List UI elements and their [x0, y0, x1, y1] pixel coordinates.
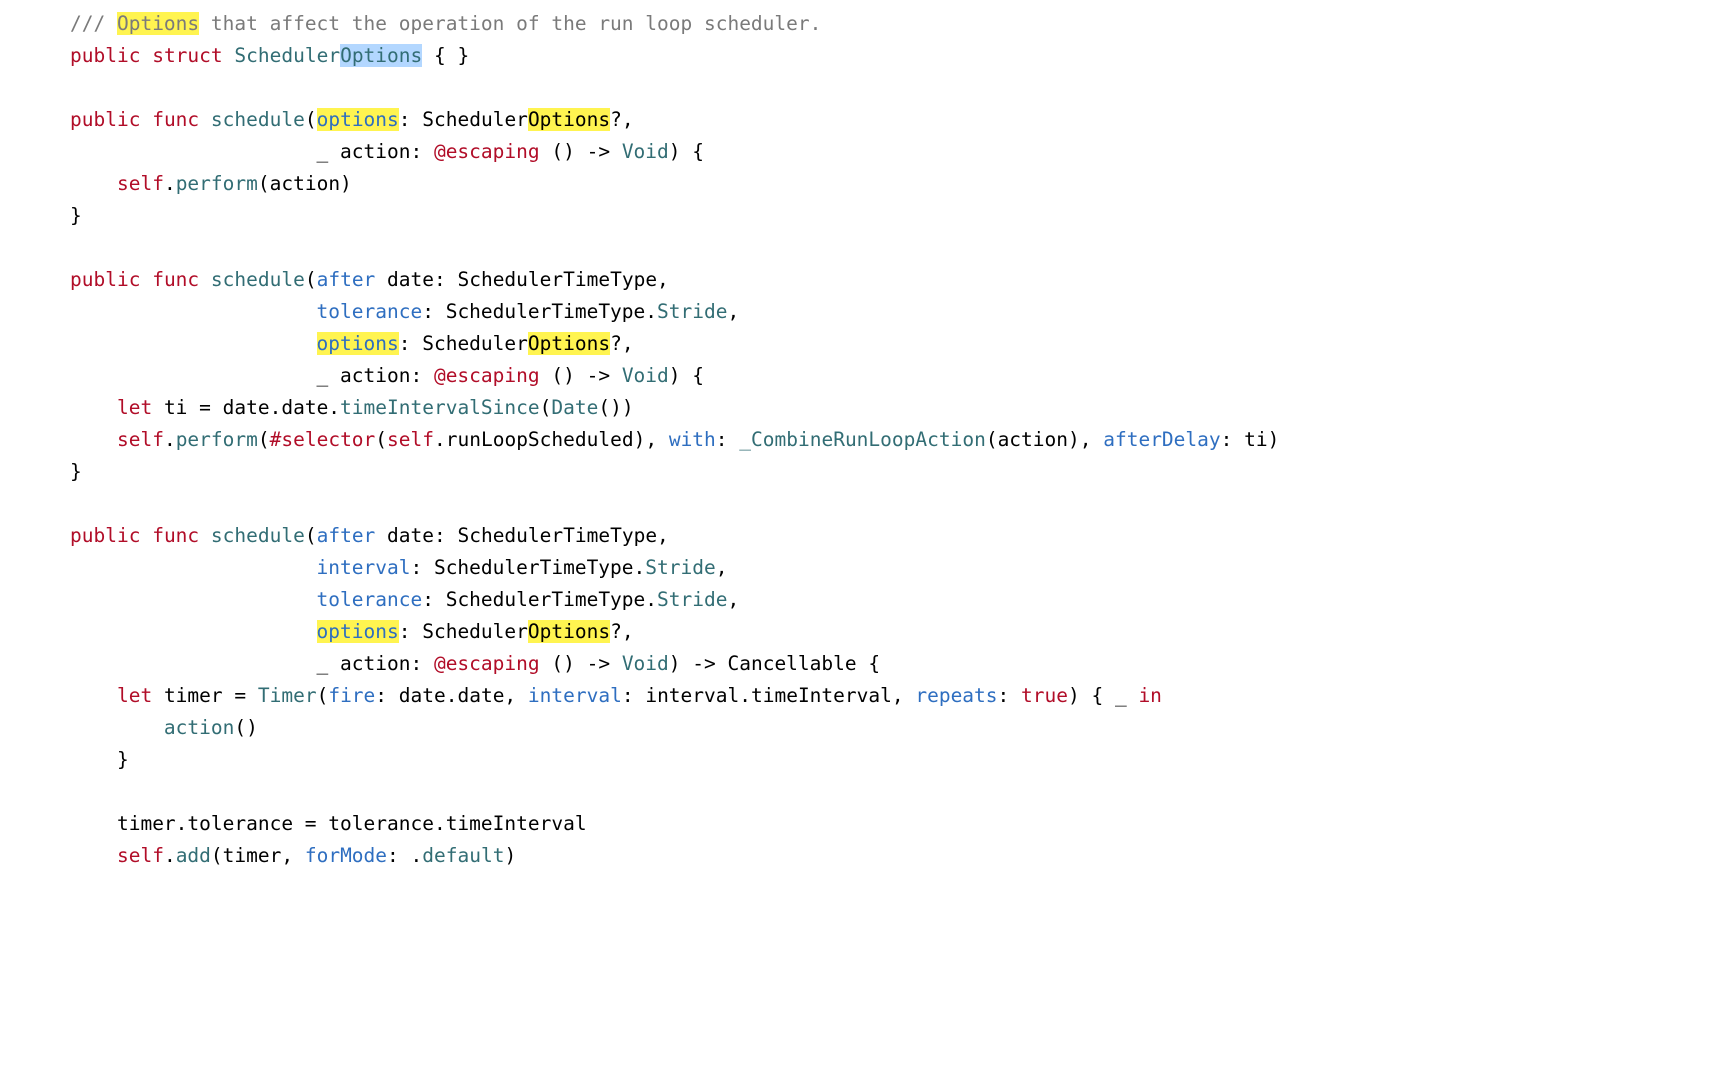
param-options: options: [317, 620, 399, 643]
code-block: /// Options that affect the operation of…: [0, 0, 1736, 880]
param-after: after: [317, 268, 376, 291]
type-stride: Stride: [657, 588, 727, 611]
param-options: options: [317, 108, 399, 131]
highlight-options-selected: Options: [340, 44, 422, 67]
kw-struct: struct: [152, 44, 222, 67]
param-with: with: [669, 428, 716, 451]
highlight-options: Options: [117, 12, 199, 35]
kw-public: public: [70, 268, 140, 291]
kw-selector: #selector: [270, 428, 376, 451]
param-repeats: repeats: [915, 684, 997, 707]
param-tolerance: tolerance: [317, 300, 423, 323]
param-interval: interval: [317, 556, 411, 579]
kw-public: public: [70, 108, 140, 131]
type-timer: Timer: [258, 684, 317, 707]
kw-escaping: @escaping: [434, 140, 540, 163]
kw-in: in: [1138, 684, 1161, 707]
param-interval: interval: [528, 684, 622, 707]
kw-self: self: [117, 844, 164, 867]
highlight-options: Options: [528, 332, 610, 355]
call-timeintervalsince: timeIntervalSince: [340, 396, 540, 419]
kw-self: self: [117, 172, 164, 195]
type-void: Void: [622, 652, 669, 675]
kw-let: let: [117, 396, 152, 419]
highlight-options: Options: [528, 108, 610, 131]
type-stride: Stride: [645, 556, 715, 579]
fn-schedule: schedule: [211, 108, 305, 131]
fn-schedule: schedule: [211, 268, 305, 291]
kw-func: func: [152, 524, 199, 547]
type-void: Void: [622, 140, 669, 163]
kw-let: let: [117, 684, 152, 707]
type-date: Date: [551, 396, 598, 419]
call-action: action: [164, 716, 234, 739]
param-options: options: [317, 332, 399, 355]
type-scheduler: Scheduler: [234, 44, 340, 67]
kw-escaping: @escaping: [434, 652, 540, 675]
call-perform: perform: [176, 428, 258, 451]
param-formode: forMode: [305, 844, 387, 867]
kw-public: public: [70, 44, 140, 67]
param-fire: fire: [328, 684, 375, 707]
enum-default: default: [422, 844, 504, 867]
highlight-options: Options: [528, 620, 610, 643]
kw-func: func: [152, 108, 199, 131]
call-add: add: [176, 844, 211, 867]
doc-comment: /// Options that affect the operation of…: [70, 12, 821, 35]
param-tolerance: tolerance: [317, 588, 423, 611]
kw-true: true: [1021, 684, 1068, 707]
fn-schedule: schedule: [211, 524, 305, 547]
param-afterdelay: afterDelay: [1103, 428, 1220, 451]
type-void: Void: [622, 364, 669, 387]
kw-func: func: [152, 268, 199, 291]
kw-public: public: [70, 524, 140, 547]
call-perform: perform: [176, 172, 258, 195]
type-stride: Stride: [657, 300, 727, 323]
kw-self: self: [117, 428, 164, 451]
param-after: after: [317, 524, 376, 547]
type-combinerunloopaction: _CombineRunLoopAction: [739, 428, 986, 451]
kw-escaping: @escaping: [434, 364, 540, 387]
